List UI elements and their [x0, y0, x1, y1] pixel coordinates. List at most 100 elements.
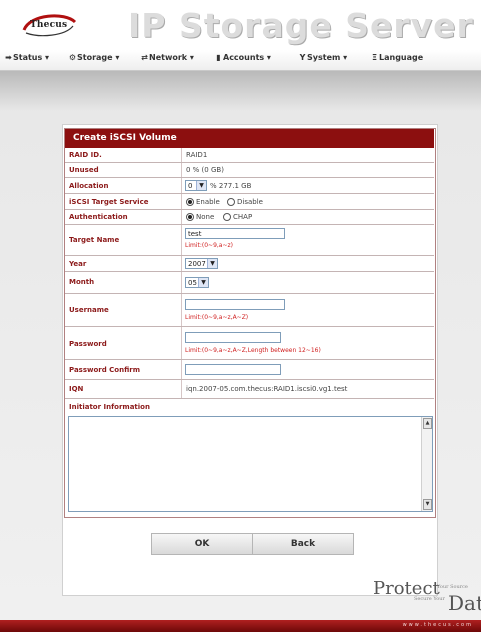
row-divider	[181, 256, 182, 271]
network-icon: ⇄	[141, 53, 148, 62]
iqn-label: IQN	[69, 385, 84, 393]
target-name-input[interactable]: test	[185, 228, 285, 239]
radio-none[interactable]	[186, 213, 194, 221]
row-divider	[181, 225, 182, 255]
row-month: Month 05 ▼	[65, 272, 434, 294]
row-divider	[181, 178, 182, 193]
scroll-up-icon[interactable]: ▲	[423, 418, 432, 429]
row-divider	[181, 380, 182, 398]
footer-url[interactable]: www.thecus.com	[403, 622, 473, 628]
authentication-label: Authentication	[69, 213, 128, 221]
initiator-scrollbar[interactable]: ▲ ▼	[421, 417, 432, 511]
chevron-down-icon: ▼	[196, 181, 206, 190]
username-input[interactable]	[185, 299, 285, 310]
form-title: Create iSCSI Volume	[65, 129, 434, 148]
menu-system-label: System ▾	[307, 53, 348, 62]
disable-label: Disable	[237, 198, 263, 206]
row-year: Year 2007 ▼	[65, 256, 434, 272]
radio-chap[interactable]	[223, 213, 231, 221]
row-target-name: Target Name test Limit:(0~9,a~z)	[65, 225, 434, 256]
row-password: Password Limit:(0~9,a~z,A~Z,Length betwe…	[65, 327, 434, 360]
row-authentication: Authentication None CHAP	[65, 210, 434, 225]
chevron-down-icon: ▼	[198, 278, 208, 287]
target-service-enable[interactable]: Enable	[186, 198, 220, 206]
scroll-down-icon[interactable]: ▼	[423, 499, 432, 510]
menu-network[interactable]: ⇄Network ▾	[140, 53, 194, 62]
menu-language-label: Language	[379, 53, 424, 62]
month-select-value: 05	[188, 279, 197, 287]
chap-label: CHAP	[233, 213, 253, 221]
row-divider	[181, 210, 182, 224]
allocation-label: Allocation	[69, 182, 109, 190]
initiator-label: Initiator Information	[69, 403, 150, 411]
row-divider	[181, 272, 182, 293]
menu-accounts[interactable]: ▮ Accounts ▾	[214, 53, 271, 62]
row-divider	[181, 327, 182, 359]
raid-id-value: RAID1	[186, 151, 208, 159]
auth-none[interactable]: None	[186, 213, 214, 221]
password-hint: Limit:(0~9,a~z,A~Z,Length between 12~16)	[185, 347, 321, 354]
target-service-disable[interactable]: Disable	[227, 198, 263, 206]
unused-label: Unused	[69, 166, 99, 174]
arrow-icon: ➡	[5, 53, 12, 62]
target-name-hint: Limit:(0~9,a~z)	[185, 242, 233, 249]
unused-value: 0 % (0 GB)	[186, 166, 224, 174]
logo-text: Thecus	[30, 20, 68, 30]
row-divider	[181, 194, 182, 209]
row-target-service: iSCSI Target Service Enable Disable	[65, 194, 434, 210]
tagline-your-source: Your Source	[437, 584, 468, 590]
gear-icon: ⚙	[68, 53, 77, 62]
password-confirm-input[interactable]	[185, 364, 281, 375]
password-input[interactable]	[185, 332, 281, 343]
tagline-secure-your: Secure Your	[414, 596, 445, 602]
back-button[interactable]: Back	[252, 533, 354, 555]
tagline-data: Data	[448, 591, 481, 615]
allocation-suffix: % 277.1 GB	[210, 182, 252, 190]
footer-bar: www.thecus.com	[0, 620, 481, 632]
row-unused: Unused 0 % (0 GB)	[65, 163, 434, 178]
thecus-logo: Thecus	[20, 12, 78, 38]
row-divider	[181, 360, 182, 379]
chevron-down-icon: ▼	[207, 259, 217, 268]
menu-status-label: Status ▾	[13, 53, 50, 62]
allocation-select-value: 0	[188, 182, 193, 190]
row-username: Username Limit:(0~9,a~z,A~Z)	[65, 294, 434, 327]
username-hint: Limit:(0~9,a~z,A~Z)	[185, 314, 249, 321]
row-divider	[181, 148, 182, 162]
accounts-icon: ▮	[216, 53, 221, 62]
menu-bar: ➡Status ▾ ⚙Storage ▾ ⇄Network ▾ ▮ Account…	[0, 50, 481, 71]
row-password-confirm: Password Confirm	[65, 360, 434, 380]
system-icon: Y	[299, 53, 306, 62]
ok-button[interactable]: OK	[151, 533, 253, 555]
target-service-label: iSCSI Target Service	[69, 198, 149, 206]
menu-language[interactable]: Ξ Language	[370, 53, 423, 62]
username-label: Username	[69, 306, 109, 314]
menu-storage-label: Storage ▾	[77, 53, 120, 62]
row-raid-id: RAID ID. RAID1	[65, 148, 434, 163]
language-icon: Ξ	[371, 53, 378, 62]
initiator-scroll-container: ▲ ▼	[68, 416, 433, 512]
menu-status[interactable]: ➡Status ▾	[4, 53, 49, 62]
month-label: Month	[69, 278, 95, 286]
menu-storage[interactable]: ⚙Storage ▾	[68, 53, 119, 62]
menu-system[interactable]: Y System ▾	[298, 53, 348, 62]
month-select[interactable]: 05 ▼	[185, 277, 209, 288]
row-iqn: IQN iqn.2007-05.com.thecus:RAID1.iscsi0.…	[65, 380, 434, 399]
none-label: None	[196, 213, 215, 221]
row-allocation: Allocation 0 ▼ % 277.1 GB	[65, 178, 434, 194]
row-divider	[181, 294, 182, 326]
year-select-value: 2007	[188, 260, 206, 268]
radio-enable[interactable]	[186, 198, 194, 206]
radio-disable[interactable]	[227, 198, 235, 206]
menu-network-label: Network ▾	[149, 53, 194, 62]
auth-chap[interactable]: CHAP	[223, 213, 252, 221]
iqn-value: iqn.2007-05.com.thecus:RAID1.iscsi0.vg1.…	[186, 385, 348, 393]
raid-id-label: RAID ID.	[69, 151, 102, 159]
password-confirm-label: Password Confirm	[69, 366, 141, 374]
header: Thecus IP Storage Server	[0, 0, 481, 45]
allocation-select[interactable]: 0 ▼	[185, 180, 207, 191]
password-label: Password	[69, 340, 107, 348]
year-select[interactable]: 2007 ▼	[185, 258, 218, 269]
row-divider	[181, 163, 182, 177]
menu-accounts-label: Accounts ▾	[223, 53, 271, 62]
